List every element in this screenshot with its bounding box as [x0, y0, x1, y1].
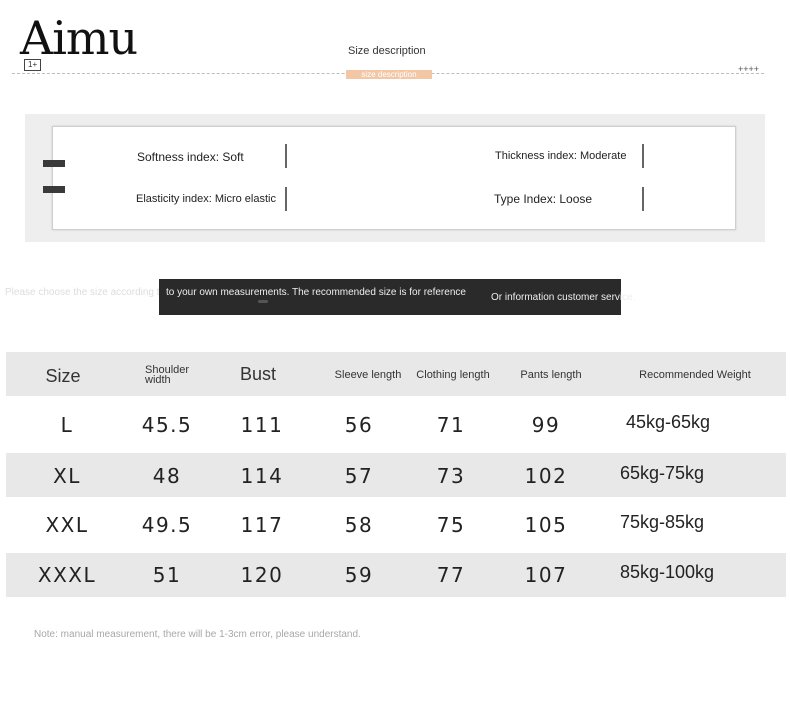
cell-size: XXXL: [37, 563, 97, 587]
cell-bust: 114: [240, 464, 284, 488]
column-header-clothing: Clothing length: [416, 369, 490, 381]
cell-sleeve: 59: [344, 563, 374, 587]
type-index: Type Index: Loose: [494, 192, 593, 206]
cell-pants: 107: [524, 563, 568, 587]
cell-pants: 99: [531, 413, 561, 437]
cell-weight: 45kg-65kg: [626, 412, 711, 432]
table-row: XXXL 51 120 59 77 107 85kg-100kg: [6, 553, 786, 597]
cell-shoulder: 51: [152, 563, 182, 587]
table-row: XL 48 114 57 73 102 65kg-75kg: [6, 453, 786, 497]
column-header-bust: Bust: [239, 364, 277, 384]
cell-bust: 120: [240, 563, 284, 587]
cell-clothing: 75: [436, 513, 466, 537]
cell-weight: 65kg-75kg: [620, 463, 705, 483]
cell-bust: 111: [240, 413, 284, 437]
brand-tag: 1+: [24, 59, 42, 71]
index-card: [52, 126, 736, 230]
cell-sleeve: 56: [344, 413, 374, 437]
cell-clothing: 73: [436, 464, 466, 488]
table-header-row: Size Shoulder width Bust Sleeve length C…: [6, 352, 786, 396]
notice-line-1: to your own measurements. The recommende…: [166, 287, 466, 298]
cell-shoulder: 48: [152, 464, 182, 488]
cell-pants: 105: [524, 513, 568, 537]
column-header-size: Size: [45, 366, 81, 386]
softness-index: Softness index: Soft: [137, 150, 244, 164]
index-marker: [642, 144, 644, 168]
index-marker: [285, 144, 287, 168]
column-header-pants: Pants length: [520, 369, 582, 381]
cell-sleeve: 58: [344, 513, 374, 537]
cell-pants: 102: [524, 464, 568, 488]
thickness-index: Thickness index: Moderate: [495, 150, 627, 162]
notice-line-2: Or information customer service.: [491, 292, 636, 303]
cell-size: L: [60, 413, 74, 437]
index-marker: [642, 187, 644, 211]
index-marker: [285, 187, 287, 211]
cell-clothing: 77: [436, 563, 466, 587]
plus-mark: ++++: [738, 64, 760, 74]
cell-size: XXL: [45, 513, 89, 537]
cell-bust: 117: [240, 513, 284, 537]
cell-size: XL: [53, 464, 81, 488]
elasticity-index: Elasticity index: Micro elastic: [136, 193, 276, 205]
cell-clothing: 71: [436, 413, 466, 437]
column-header-shoulder: Shoulder width: [145, 364, 190, 386]
notice-dot: [258, 300, 268, 303]
table-row: L 45.5 111 56 71 99 45kg-65kg: [6, 402, 786, 446]
dash-icon: [43, 160, 65, 167]
cell-weight: 85kg-100kg: [620, 562, 715, 582]
cell-sleeve: 57: [344, 464, 374, 488]
cell-shoulder: 45.5: [141, 413, 193, 437]
cell-weight: 75kg-85kg: [620, 512, 705, 532]
table-row: XXL 49.5 117 58 75 105 75kg-85kg: [6, 502, 786, 546]
column-header-sleeve: Sleeve length: [334, 369, 402, 381]
section-subtitle: size description: [346, 70, 432, 79]
section-title: Size description: [344, 45, 430, 57]
dash-icon: [43, 186, 65, 193]
measurement-note: Note: manual measurement, there will be …: [34, 629, 361, 640]
column-header-weight: Recommended Weight: [639, 369, 751, 381]
cell-shoulder: 49.5: [141, 513, 193, 537]
